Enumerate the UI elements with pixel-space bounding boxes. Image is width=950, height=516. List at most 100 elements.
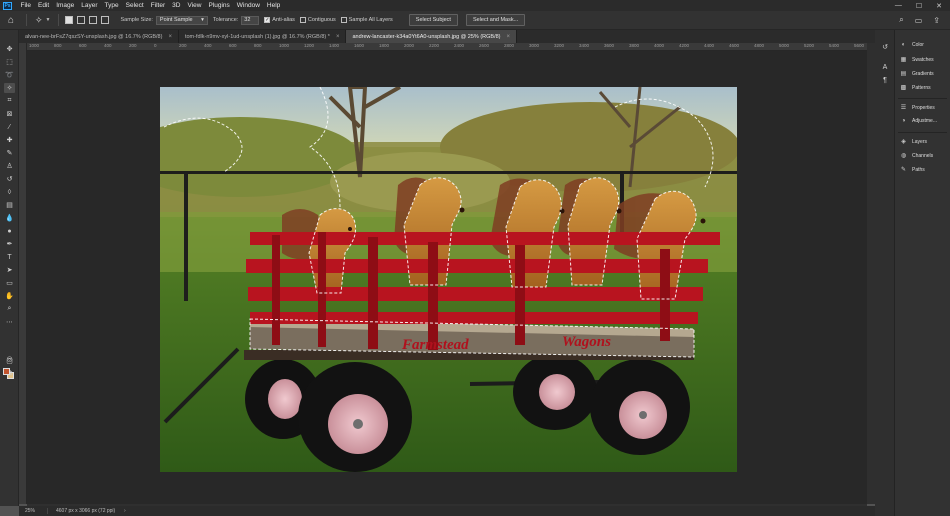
crop-tool-icon[interactable]: ⌗ <box>4 96 15 106</box>
select-and-mask-button[interactable]: Select and Mask... <box>465 14 526 26</box>
menu-3d[interactable]: 3D <box>169 2 184 9</box>
more-tools-icon[interactable]: ⋯ <box>4 317 15 327</box>
eraser-tool-icon[interactable]: ◊ <box>4 187 15 197</box>
intersect-selection-mode-button[interactable] <box>100 16 109 24</box>
tool-preset-caret-icon[interactable]: ▼ <box>46 17 51 23</box>
marquee-tool-icon[interactable]: ⬚ <box>4 57 15 67</box>
move-tool-icon[interactable]: ✥ <box>4 44 15 54</box>
panel-gradients[interactable]: ▤ Gradients <box>900 70 934 78</box>
panel-channels[interactable]: ◍ Channels <box>900 152 933 160</box>
document-tab-active[interactable]: andrew-lancaster-k34a0Yt6A0-unsplash.jpg… <box>346 30 518 43</box>
home-icon[interactable]: ⌂ <box>0 15 22 26</box>
panel-divider <box>898 98 947 99</box>
pen-tool-icon[interactable]: ✒ <box>4 239 15 249</box>
path-selection-icon[interactable]: ➤ <box>4 265 15 275</box>
minimize-icon[interactable]: — <box>895 2 902 10</box>
search-icon[interactable]: ⌕ <box>899 15 903 25</box>
ruler-tick-label: 5200 <box>804 43 815 48</box>
clone-stamp-icon[interactable]: ♙ <box>4 161 15 171</box>
subtract-selection-mode-button[interactable] <box>88 16 97 24</box>
sample-size-select[interactable]: Point Sample ▾ <box>155 15 208 25</box>
add-selection-mode-button[interactable] <box>76 16 85 24</box>
menu-type[interactable]: Type <box>101 2 122 9</box>
ruler-tick-label: 200 <box>179 43 187 48</box>
blur-tool-icon[interactable]: 💧 <box>4 213 15 223</box>
ruler-tick-label: 1400 <box>329 43 340 48</box>
dodge-tool-icon[interactable]: ● <box>4 226 15 236</box>
lasso-tool-icon[interactable]: ➰ <box>4 70 15 80</box>
panel-properties[interactable]: ☰ Properties <box>900 104 935 112</box>
ruler-tick-label: 600 <box>229 43 237 48</box>
ruler-tick-label: 4200 <box>679 43 690 48</box>
eyedropper-tool-icon[interactable]: ⁄ <box>4 122 15 132</box>
menu-window[interactable]: Window <box>233 2 263 9</box>
menu-help[interactable]: Help <box>263 2 283 9</box>
menu-layer[interactable]: Layer <box>78 2 101 9</box>
ruler-tick-label: 200 <box>129 43 137 48</box>
menu-file[interactable]: File <box>17 2 34 9</box>
zoom-tool-icon[interactable]: ⌕ <box>4 304 15 314</box>
ruler-tick-label: 4000 <box>654 43 665 48</box>
select-subject-button[interactable]: Select Subject <box>408 14 458 26</box>
foreground-color-swatch[interactable] <box>3 368 10 375</box>
contiguous-checkbox[interactable] <box>299 17 306 23</box>
share-icon[interactable]: ⇪ <box>933 16 940 25</box>
swatches-icon: ▦ <box>900 57 907 63</box>
panel-swatches[interactable]: ▦ Swatches <box>900 56 934 64</box>
brush-tool-icon[interactable]: ✎ <box>4 148 15 158</box>
history-panel-icon[interactable]: ↺ <box>879 42 891 52</box>
gradient-tool-icon[interactable]: ▤ <box>4 200 15 210</box>
channels-icon: ◍ <box>900 153 907 159</box>
menu-view[interactable]: View <box>184 2 205 9</box>
zoom-level[interactable]: 25% <box>19 508 48 514</box>
menu-plugins[interactable]: Plugins <box>205 2 233 9</box>
antialias-checkbox[interactable]: ✓ <box>264 17 271 23</box>
healing-brush-icon[interactable]: ✚ <box>4 135 15 145</box>
panel-paths[interactable]: ✎ Paths <box>900 166 925 174</box>
panel-patterns[interactable]: ▩ Patterns <box>900 84 931 92</box>
horizontal-ruler[interactable]: 1000 800 600 400 200 0 200 400 600 800 1000 1200 140… <box>19 43 867 51</box>
panel-layers[interactable]: ◈ Layers <box>900 138 927 146</box>
menu-edit[interactable]: Edit <box>34 2 52 9</box>
ruler-tick-label: 5000 <box>779 43 790 48</box>
maximize-icon[interactable]: ☐ <box>916 2 922 10</box>
ruler-tick-label: 5600 <box>854 43 865 48</box>
wagon-brand-text-left: Farmstead <box>401 337 469 353</box>
history-brush-icon[interactable]: ↺ <box>4 174 15 184</box>
new-selection-mode-button[interactable] <box>64 16 73 24</box>
menu-image[interactable]: Image <box>53 2 78 9</box>
close-tab-icon[interactable]: × <box>507 34 511 40</box>
vertical-scrollbar[interactable] <box>867 43 875 504</box>
sample-all-layers-checkbox[interactable] <box>340 17 347 23</box>
character-panel-icon[interactable]: A <box>879 62 891 72</box>
document-photo[interactable]: Farmstead Wagons <box>160 87 737 472</box>
patterns-icon: ▩ <box>900 85 907 91</box>
shape-tool-icon[interactable]: ▭ <box>4 278 15 288</box>
quick-mask-mode-icon[interactable]: ▢ <box>4 356 15 366</box>
sample-all-layers-label: Sample All Layers <box>348 17 393 23</box>
tolerance-input[interactable]: 32 <box>241 15 260 25</box>
panel-adjustments[interactable]: ◑ Adjustme... <box>900 118 937 124</box>
status-menu-arrow-icon[interactable]: › <box>124 508 126 514</box>
panel-color[interactable]: ◐ Color <box>900 42 924 48</box>
magic-wand-icon[interactable]: ✧ <box>4 83 15 93</box>
close-tab-icon[interactable]: × <box>168 34 172 40</box>
ruler-tick-label: 400 <box>204 43 212 48</box>
close-tab-icon[interactable]: × <box>336 34 340 40</box>
magic-wand-tool-icon[interactable]: ✧ <box>35 15 43 26</box>
menu-filter[interactable]: Filter <box>147 2 168 9</box>
contiguous-label: Contiguous <box>307 17 336 23</box>
paragraph-panel-icon[interactable]: ¶ <box>879 75 891 85</box>
hand-tool-icon[interactable]: ✋ <box>4 291 15 301</box>
menu-select[interactable]: Select <box>122 2 147 9</box>
document-tab[interactable]: tom-fdlk-n9mv-xyl-1ud-unsplash (1).jpg @… <box>179 30 347 43</box>
type-tool-icon[interactable]: T <box>4 252 15 262</box>
ruler-tick-label: 3400 <box>579 43 590 48</box>
frame-tool-icon[interactable]: ⊠ <box>4 109 15 119</box>
ruler-tick-label: 0 <box>154 43 157 48</box>
panel-dock-strip: ↺ A ¶ <box>875 30 895 516</box>
document-tab[interactable]: alvan-nee-brFsZ7qszSY-unsplash.jpg @ 16.… <box>19 30 179 43</box>
vertical-ruler[interactable] <box>19 43 27 504</box>
close-window-icon[interactable]: ✕ <box>936 2 942 10</box>
workspace-icon[interactable]: ▭ <box>915 16 923 25</box>
